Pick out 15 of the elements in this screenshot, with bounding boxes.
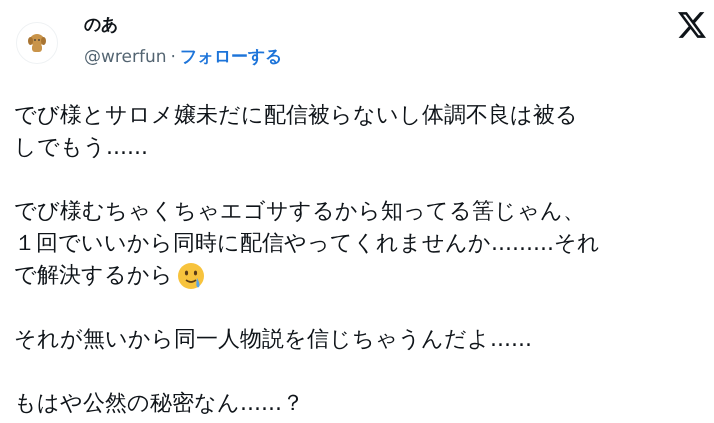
separator: · (170, 46, 176, 66)
tweet-text-line: でび様とサロメ嬢未だに配信被らないし体調不良は被る (14, 102, 578, 130)
follow-link[interactable]: フォローする (180, 45, 282, 68)
author-handle[interactable]: @wrerfun (84, 46, 167, 66)
tear-smile-emoji-icon (177, 262, 205, 290)
x-logo-icon[interactable] (678, 12, 706, 38)
avatar[interactable] (16, 22, 58, 64)
tweet-text-line: もはや公然の秘密なん......？ (14, 390, 304, 418)
tweet-text-line: それが無いから同一人物説を信じちゃうんだよ...... (14, 326, 532, 354)
author-name[interactable]: のあ (84, 13, 678, 37)
dog-icon (26, 32, 48, 54)
tweet-text-line: しでもう...... (14, 134, 148, 162)
tweet-text-line: で解決するから (14, 262, 173, 290)
tweet-text-line: でび様むちゃくちゃエゴサするから知ってる筈じゃん、 (14, 198, 585, 226)
tweet-text-line: １回でいいから同時に配信やってくれませんか.........それ (14, 230, 600, 258)
